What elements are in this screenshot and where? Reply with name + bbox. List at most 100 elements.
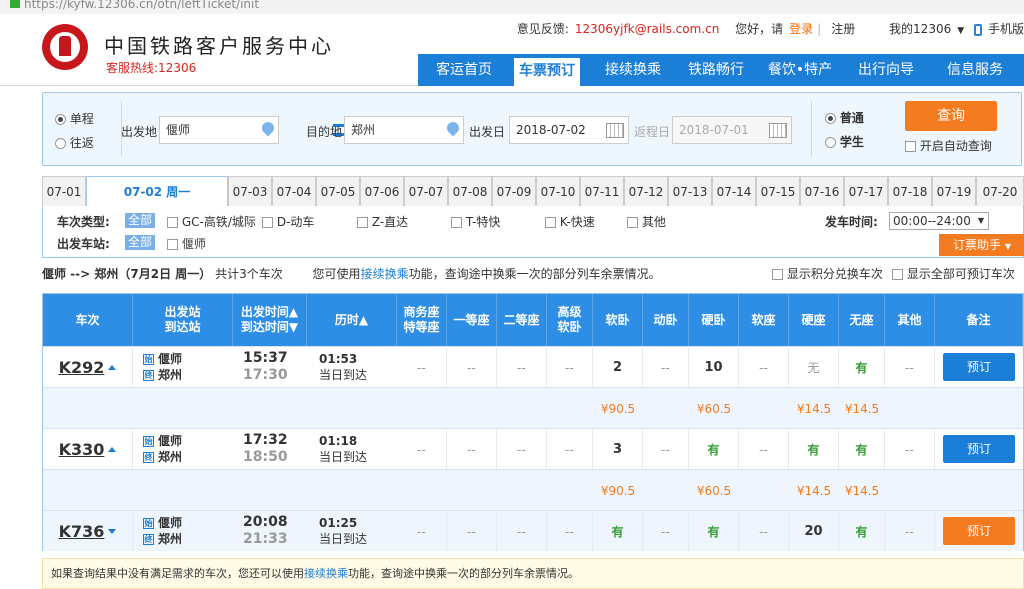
seat-availability-cell[interactable]: 有	[789, 429, 839, 470]
date-tab[interactable]: 07-09	[492, 176, 536, 206]
station-all[interactable]: 全部	[125, 235, 156, 250]
checkbox[interactable]	[357, 217, 368, 228]
chevron-down-icon[interactable]: ▼	[957, 26, 964, 36]
filter-k[interactable]: K-快速	[545, 213, 595, 230]
date-tab[interactable]: 07-19	[932, 176, 976, 206]
date-tab[interactable]: 07-14	[712, 176, 756, 206]
seat-availability-cell[interactable]: 有	[689, 429, 739, 470]
nav-catering[interactable]: 餐饮•特产	[756, 54, 844, 86]
booking-helper-button[interactable]: 订票助手 ▼	[939, 234, 1024, 256]
train-number-cell[interactable]: K736	[43, 511, 133, 552]
all-tag[interactable]: 全部	[125, 235, 156, 250]
date-tab[interactable]: 07-18	[888, 176, 932, 206]
calendar-icon[interactable]	[606, 123, 624, 138]
trip-type-round-trip[interactable]: 往返	[55, 134, 94, 151]
radio-normal[interactable]	[825, 113, 836, 124]
train-number-cell[interactable]: K292	[43, 347, 133, 388]
auto-query-checkbox[interactable]	[905, 141, 916, 152]
mobile-link[interactable]: 手机版	[988, 22, 1024, 36]
seat-availability-cell[interactable]: 有	[839, 347, 885, 388]
train-number-link[interactable]: K330	[59, 440, 105, 459]
notice-transfer-link[interactable]: 接续换乘	[304, 567, 348, 580]
train-type-all[interactable]: 全部	[125, 213, 156, 228]
to-station-input[interactable]: 郑州	[344, 116, 464, 144]
book-button[interactable]: 预订	[943, 435, 1015, 463]
seat-availability-cell[interactable]: 有	[593, 511, 643, 552]
date-tab[interactable]: 07-16	[800, 176, 844, 206]
train-number-link[interactable]: K736	[59, 522, 105, 541]
filter-station[interactable]: 偃师	[167, 235, 206, 252]
date-tab[interactable]: 07-03	[228, 176, 272, 206]
date-tab[interactable]: 07-04	[272, 176, 316, 206]
train-number-cell[interactable]: K330	[43, 429, 133, 470]
radio-one-way[interactable]	[55, 114, 66, 125]
date-tab[interactable]: 07-05	[316, 176, 360, 206]
column-header[interactable]: 历时▲	[307, 294, 397, 346]
passenger-student[interactable]: 学生	[825, 133, 864, 150]
seat-availability-cell[interactable]: 无	[789, 347, 839, 388]
book-button[interactable]: 预订	[943, 517, 1015, 545]
date-tab[interactable]: 07-15	[756, 176, 800, 206]
seat-availability-cell[interactable]: 有	[689, 511, 739, 552]
seat-availability-cell[interactable]: 2	[593, 347, 643, 388]
date-tab[interactable]: 07-17	[844, 176, 888, 206]
date-tab[interactable]: 07-06	[360, 176, 404, 206]
checkbox[interactable]	[451, 217, 462, 228]
toggle-stops-icon[interactable]	[108, 447, 117, 452]
nav-transfer[interactable]: 接续换乘	[590, 54, 676, 86]
toggle-stops-icon[interactable]	[108, 529, 117, 534]
query-button[interactable]: 查询	[905, 101, 997, 131]
seat-availability-cell[interactable]: 3	[593, 429, 643, 470]
location-pin-icon[interactable]	[259, 119, 277, 137]
trip-type-one-way[interactable]: 单程	[55, 110, 94, 127]
date-tab[interactable]: 07-01	[42, 176, 86, 206]
nav-ticket-booking[interactable]: 车票预订	[514, 58, 580, 86]
train-number-link[interactable]: K292	[59, 358, 105, 377]
checkbox[interactable]	[167, 239, 178, 250]
date-tab[interactable]: 07-13	[668, 176, 712, 206]
location-pin-icon[interactable]	[444, 119, 462, 137]
checkbox[interactable]	[772, 269, 783, 280]
checkbox[interactable]	[627, 217, 638, 228]
nav-info-service[interactable]: 信息服务	[928, 54, 1022, 86]
nav-travel-guide[interactable]: 出行向导	[844, 54, 928, 86]
show-all-bookable[interactable]: 显示全部可预订车次	[892, 264, 1015, 284]
radio-student[interactable]	[825, 137, 836, 148]
checkbox[interactable]	[262, 217, 273, 228]
mobile-phone-icon[interactable]	[973, 23, 982, 36]
register-link[interactable]: 注册	[831, 22, 855, 36]
date-tab[interactable]: 07-10	[536, 176, 580, 206]
depart-time-select[interactable]: 00:00--24:00 ▼	[889, 212, 989, 230]
date-tab-selected[interactable]: 07-02 周一	[86, 176, 228, 207]
passenger-normal[interactable]: 普通	[825, 109, 864, 126]
checkbox[interactable]	[892, 269, 903, 280]
filter-gc[interactable]: GC-高铁/城际	[167, 213, 256, 230]
date-tab[interactable]: 07-12	[624, 176, 668, 206]
url-text[interactable]: https://kyfw.12306.cn/otn/leftTicket/ini…	[24, 0, 259, 11]
seat-availability-cell[interactable]: 20	[789, 511, 839, 552]
nav-railway-pass[interactable]: 铁路畅行	[676, 54, 756, 86]
feedback-email-link[interactable]: 12306yjfk@rails.com.cn	[575, 22, 719, 36]
nav-home[interactable]: 客运首页	[418, 54, 510, 86]
date-tab[interactable]: 07-20	[976, 176, 1024, 206]
browser-url-bar[interactable]: https://kyfw.12306.cn/otn/leftTicket/ini…	[0, 0, 1024, 14]
calendar-icon[interactable]	[769, 123, 787, 138]
date-tab[interactable]: 07-11	[580, 176, 624, 206]
filter-z[interactable]: Z-直达	[357, 213, 408, 230]
column-header[interactable]: 出发时间▲ 到达时间▼	[233, 294, 307, 346]
transfer-link[interactable]: 接续换乘	[361, 267, 409, 281]
from-station-input[interactable]: 偃师	[159, 116, 279, 144]
all-tag[interactable]: 全部	[125, 213, 156, 228]
seat-availability-cell[interactable]: 10	[689, 347, 739, 388]
checkbox[interactable]	[167, 217, 178, 228]
date-tab[interactable]: 07-08	[448, 176, 492, 206]
book-button[interactable]: 预订	[943, 353, 1015, 381]
radio-round-trip[interactable]	[55, 138, 66, 149]
seat-availability-cell[interactable]: 有	[839, 429, 885, 470]
seat-availability-cell[interactable]: 有	[839, 511, 885, 552]
depart-date-input[interactable]: 2018-07-02	[509, 116, 629, 144]
filter-t[interactable]: T-特快	[451, 213, 500, 230]
railway-logo-icon[interactable]	[42, 24, 88, 70]
auto-query-toggle[interactable]: 开启自动查询	[905, 137, 992, 154]
date-tab[interactable]: 07-07	[404, 176, 448, 206]
